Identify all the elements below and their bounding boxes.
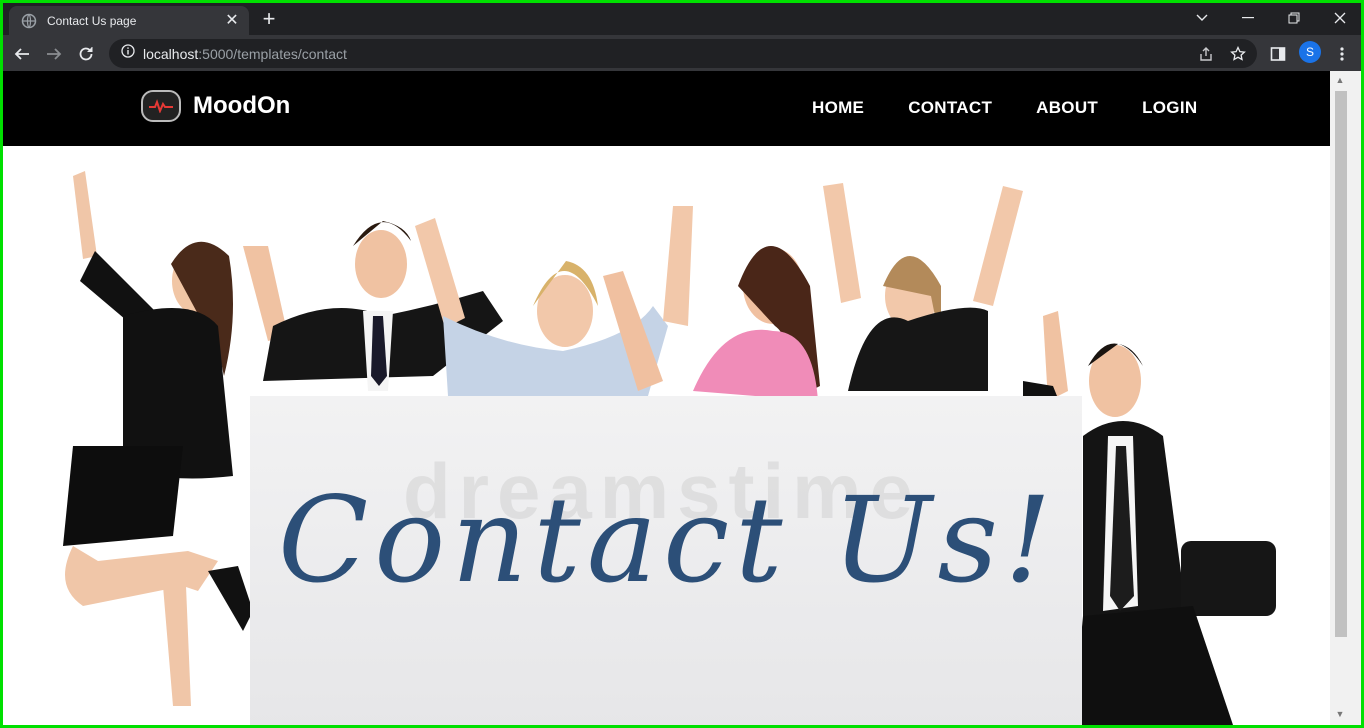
brand-name: MoodOn — [193, 92, 291, 119]
back-icon[interactable] — [11, 43, 33, 65]
bookmark-star-icon[interactable] — [1227, 43, 1249, 65]
hero-image: dreamstime Contact Us! — [3, 146, 1330, 725]
tab-search-icon[interactable] — [1179, 3, 1225, 33]
scrollbar-thumb[interactable] — [1335, 91, 1347, 637]
reload-icon[interactable] — [75, 43, 97, 65]
close-window-icon[interactable] — [1317, 3, 1361, 33]
site-info-icon[interactable] — [121, 44, 135, 63]
browser-window: Contact Us page ✕ + localhost:5000/templ… — [3, 3, 1361, 725]
url-text: localhost:5000/templates/contact — [143, 46, 347, 62]
restore-icon[interactable] — [1271, 3, 1317, 33]
site-navbar: MoodOn HOME CONTACT ABOUT LOGIN — [3, 71, 1330, 146]
url-host: localhost — [143, 45, 199, 62]
globe-icon — [21, 13, 37, 29]
nav-login[interactable]: LOGIN — [1142, 98, 1197, 118]
tab-strip: Contact Us page ✕ + — [3, 3, 1361, 35]
nav-home[interactable]: HOME — [812, 98, 864, 118]
side-panel-icon[interactable] — [1267, 43, 1289, 65]
tab-contact-us[interactable]: Contact Us page ✕ — [9, 6, 249, 35]
heartbeat-logo-icon — [141, 90, 181, 122]
page-scrollbar[interactable]: ▲ ▼ — [1330, 71, 1361, 725]
url-path: :5000/templates/contact — [198, 45, 347, 62]
profile-avatar[interactable]: S — [1299, 41, 1321, 63]
address-bar[interactable]: localhost:5000/templates/contact — [109, 39, 1257, 68]
forward-icon[interactable] — [43, 43, 65, 65]
menu-kebab-icon[interactable] — [1331, 43, 1353, 65]
nav-contact[interactable]: CONTACT — [908, 98, 992, 118]
share-icon[interactable] — [1195, 43, 1217, 65]
close-tab-icon[interactable]: ✕ — [223, 12, 241, 29]
page-viewport: MoodOn HOME CONTACT ABOUT LOGIN dreamsti… — [3, 71, 1330, 725]
scroll-up-icon[interactable]: ▲ — [1333, 73, 1347, 87]
minimize-icon[interactable] — [1225, 3, 1271, 33]
new-tab-icon[interactable]: + — [259, 8, 279, 30]
nav-about[interactable]: ABOUT — [1036, 98, 1098, 118]
browser-toolbar: localhost:5000/templates/contact S — [3, 35, 1361, 71]
contact-headline: Contact Us! — [278, 471, 1058, 609]
tab-title: Contact Us page — [47, 13, 137, 28]
scroll-down-icon[interactable]: ▼ — [1333, 707, 1347, 721]
brand[interactable]: MoodOn — [141, 90, 290, 122]
main-nav: HOME CONTACT ABOUT LOGIN — [812, 98, 1241, 118]
